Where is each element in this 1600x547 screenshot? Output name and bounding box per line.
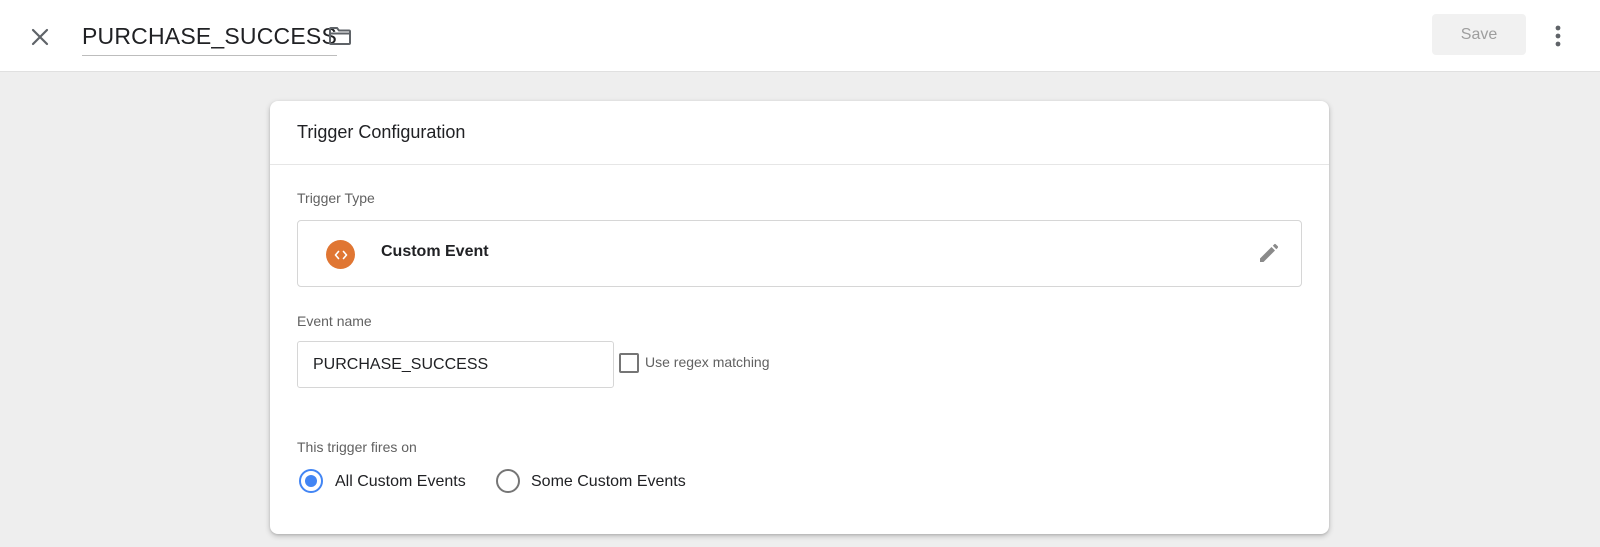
radio-all-custom-events-label[interactable]: All Custom Events bbox=[335, 473, 466, 491]
event-name-input[interactable] bbox=[297, 341, 614, 388]
radio-some-custom-events-label[interactable]: Some Custom Events bbox=[531, 473, 686, 491]
card-header: Trigger Configuration bbox=[270, 101, 1329, 165]
regex-checkbox-label[interactable]: Use regex matching bbox=[645, 354, 770, 370]
save-button[interactable]: Save bbox=[1432, 14, 1526, 55]
folder-icon bbox=[329, 27, 351, 45]
regex-checkbox[interactable] bbox=[619, 353, 639, 373]
trigger-type-label: Trigger Type bbox=[297, 190, 375, 206]
fires-on-label: This trigger fires on bbox=[297, 439, 417, 455]
top-bar: PURCHASE_SUCCESS Save bbox=[0, 0, 1600, 72]
trigger-name-title[interactable]: PURCHASE_SUCCESS bbox=[82, 18, 337, 56]
event-name-label: Event name bbox=[297, 313, 372, 329]
radio-all-custom-events[interactable] bbox=[299, 469, 323, 493]
more-options-button[interactable] bbox=[1544, 18, 1572, 54]
folder-button[interactable] bbox=[324, 20, 356, 52]
close-icon bbox=[31, 28, 49, 46]
pencil-icon[interactable] bbox=[1255, 241, 1281, 267]
trigger-type-selector[interactable]: Custom Event bbox=[297, 220, 1302, 287]
radio-some-custom-events[interactable] bbox=[496, 469, 520, 493]
trigger-configuration-card: Trigger Configuration Trigger Type Custo… bbox=[270, 101, 1329, 534]
close-button[interactable] bbox=[22, 19, 58, 55]
trigger-type-value: Custom Event bbox=[381, 243, 489, 260]
card-title: Trigger Configuration bbox=[297, 122, 466, 142]
more-vert-icon bbox=[1555, 25, 1561, 47]
code-icon bbox=[326, 240, 355, 269]
